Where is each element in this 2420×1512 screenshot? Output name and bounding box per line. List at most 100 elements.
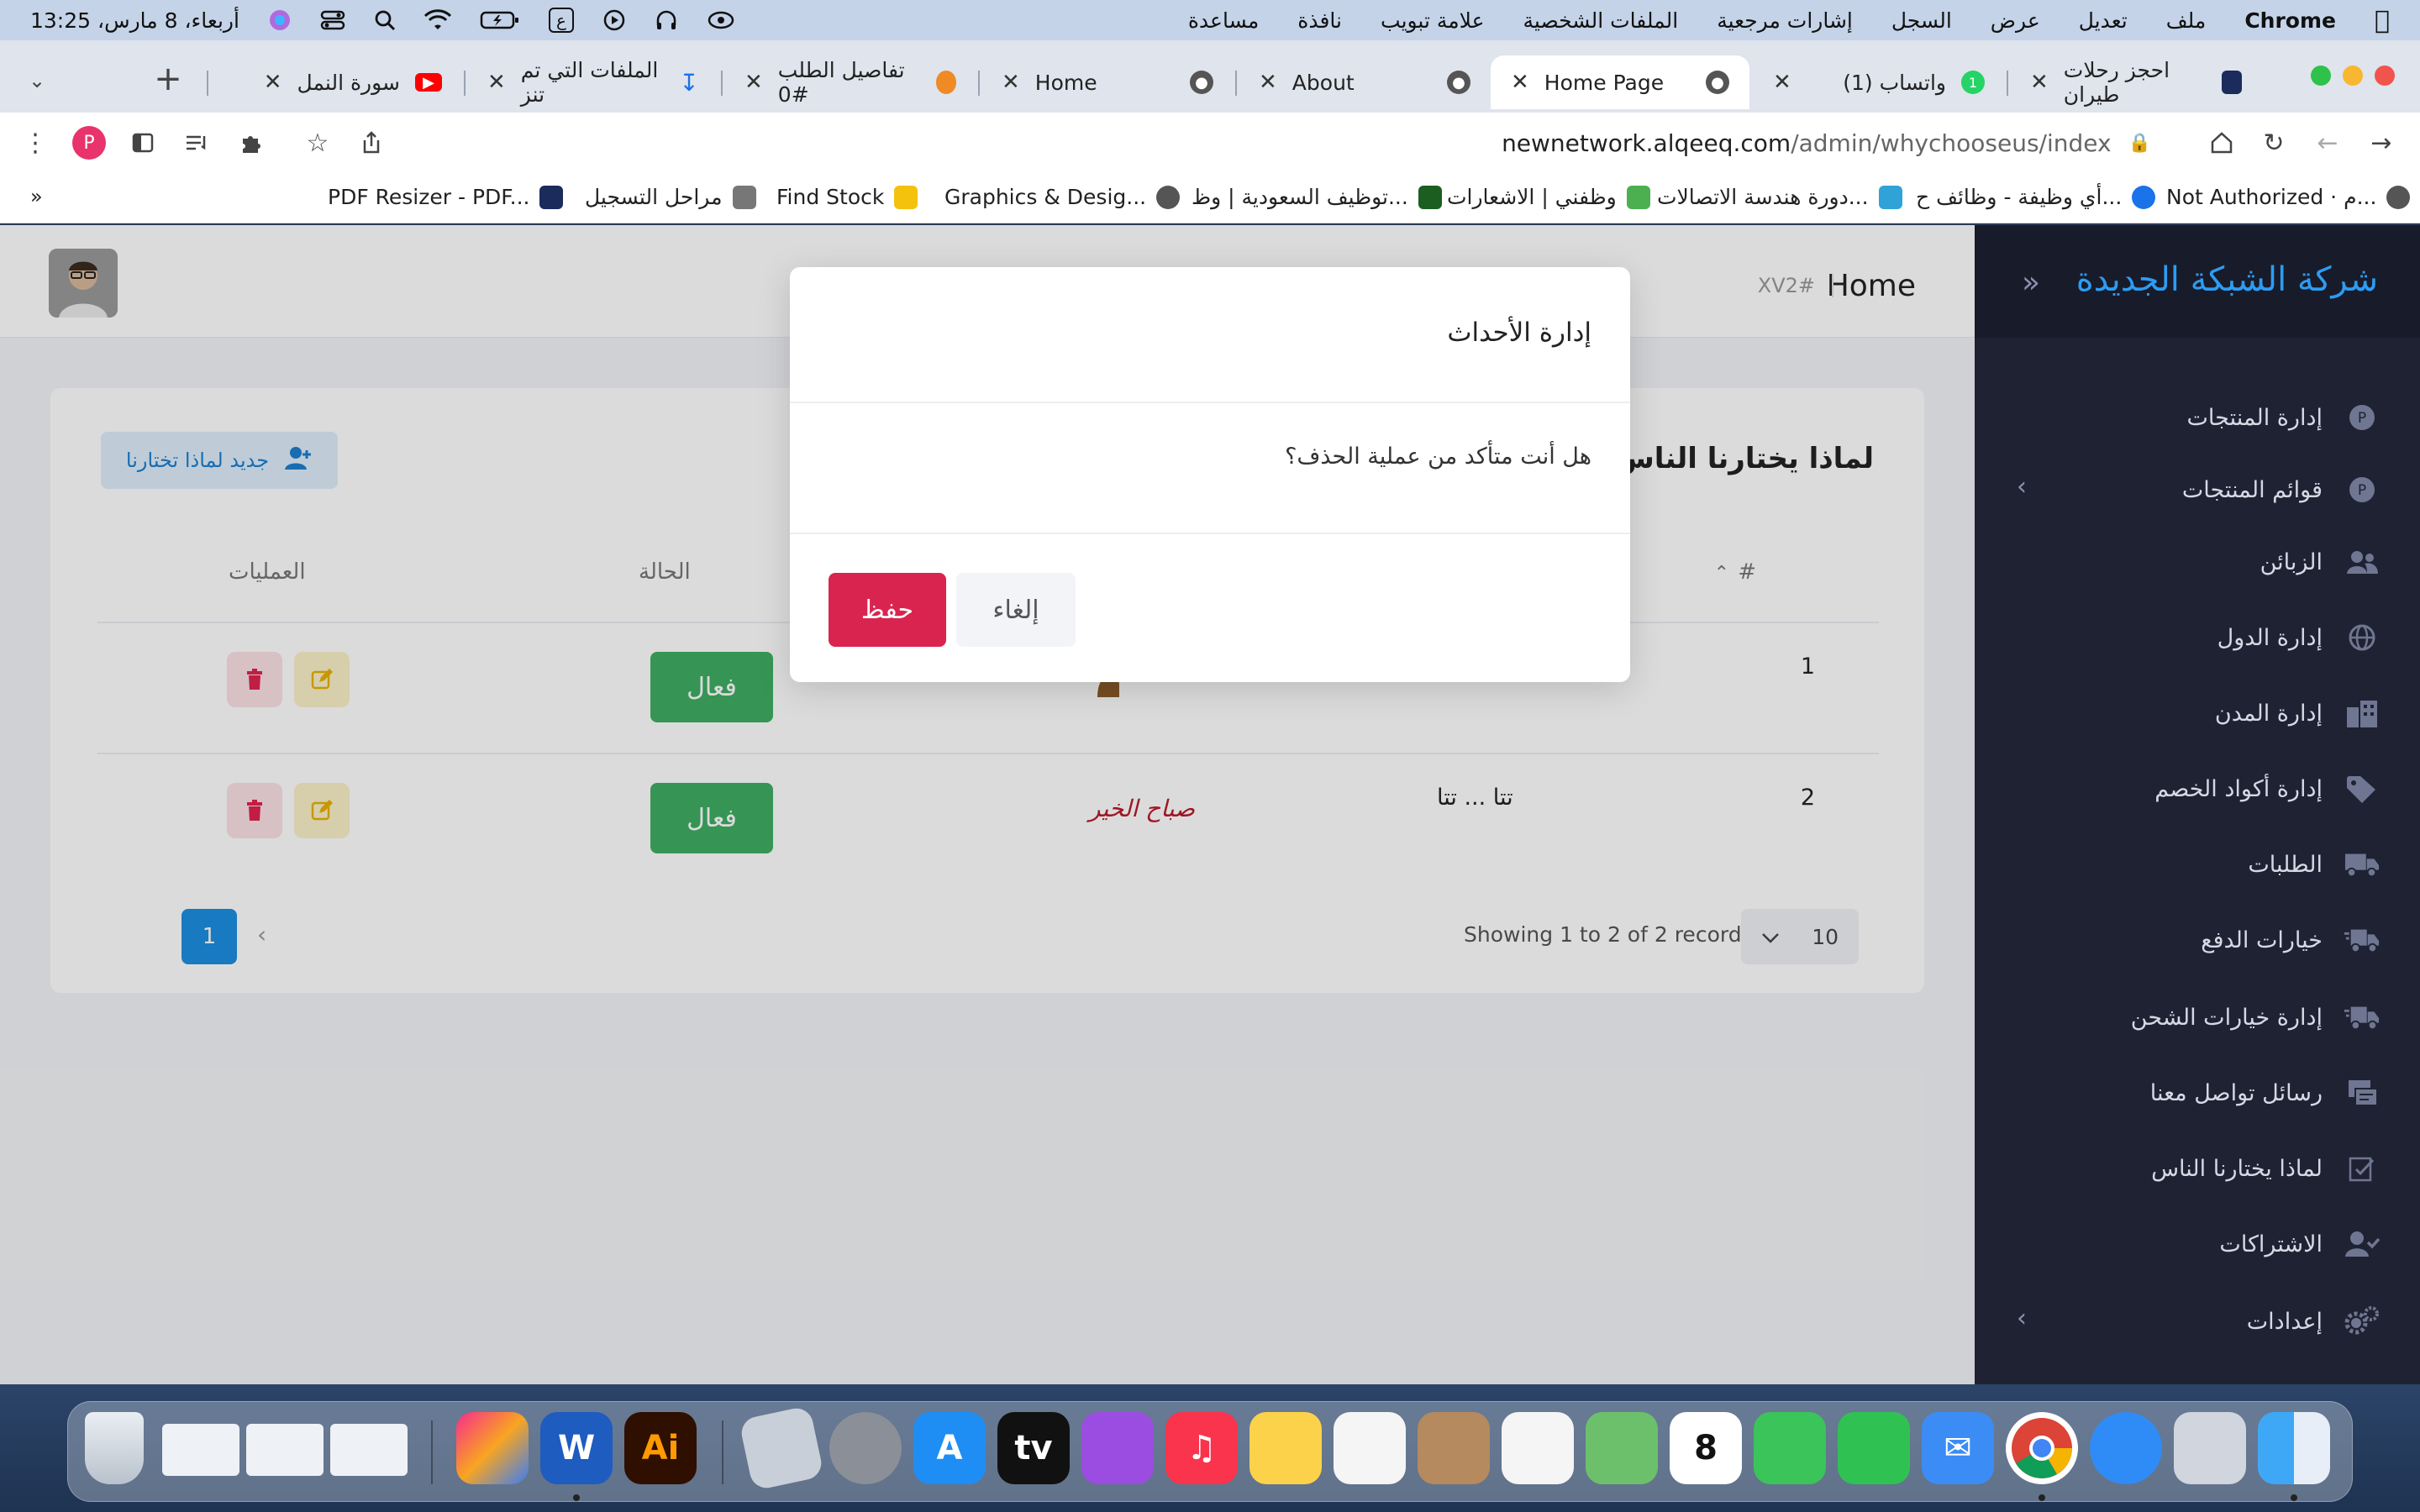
system-settings-icon[interactable] <box>829 1412 902 1484</box>
siri-icon[interactable] <box>268 8 292 32</box>
spotlight-search-icon[interactable] <box>374 9 396 31</box>
close-icon[interactable]: ✕ <box>1259 70 1277 95</box>
bookmark-item[interactable]: أي وظيفة - وظائف ح... <box>1916 185 2156 209</box>
apple-tv-icon[interactable]: tv <box>997 1412 1070 1484</box>
forward-arrow-icon[interactable]: ← <box>2312 128 2343 158</box>
address-bar[interactable]: ☆ newnetwork.alqeeq.com/admin/whychooseu… <box>286 119 2202 166</box>
battery-icon[interactable] <box>480 10 520 30</box>
sidebar-item-subscriptions[interactable]: الاشتراكات <box>2219 1226 2380 1262</box>
bookmark-item[interactable]: PDF Resizer - PDF... <box>328 185 564 209</box>
bookmark-item[interactable]: وظفني | الاشعارات <box>1447 185 1650 209</box>
finder-icon[interactable] <box>2258 1412 2330 1484</box>
home-icon[interactable] <box>2207 128 2237 158</box>
menu-item[interactable]: ملف <box>2166 8 2207 33</box>
trash-icon[interactable] <box>85 1412 144 1484</box>
menu-item[interactable]: تعديل <box>2079 8 2128 33</box>
calendar-icon[interactable]: 8 <box>1670 1412 1742 1484</box>
sidebar-item-product-lists[interactable]: قوائم المنتجات P <box>2182 472 2380 507</box>
sidebar-item-discount-codes[interactable]: إدارة أكواد الخصم <box>2154 771 2380 806</box>
messages-icon[interactable] <box>1754 1412 1826 1484</box>
media-play-icon[interactable] <box>602 8 626 32</box>
tab-whatsapp[interactable]: 1 (1) واتساب ✕ <box>1753 55 2005 109</box>
music-icon[interactable]: ♫ <box>1165 1412 1238 1484</box>
word-icon[interactable]: W <box>540 1412 613 1484</box>
sidebar-item-shipping-options[interactable]: إدارة خيارات الشحن <box>2131 1000 2380 1035</box>
sidebar-item-why-choose-us[interactable]: لماذا يختارنا الناس <box>2151 1151 2380 1186</box>
brand-title[interactable]: شركة الشبكة الجديدة <box>2076 260 2378 299</box>
bookmark-item[interactable]: Graphics & Desig... <box>944 185 1181 209</box>
sidebar-item-payment-options[interactable]: خيارات الدفع <box>2201 922 2380 958</box>
cancel-button[interactable]: إلغاء <box>956 573 1076 647</box>
bookmark-item[interactable]: Not Authorized · م... <box>2166 185 2411 209</box>
close-icon[interactable]: ✕ <box>264 70 282 95</box>
roblox-icon[interactable] <box>738 1404 825 1492</box>
bookmarks-overflow-icon[interactable]: » <box>30 185 43 208</box>
facetime-icon[interactable] <box>1838 1412 1910 1484</box>
tab-flights[interactable]: احجز رحلات طيران ✕ <box>2010 55 2262 109</box>
chrome-icon[interactable] <box>2006 1412 2078 1484</box>
menu-item[interactable]: الملفات الشخصية <box>1523 8 1679 33</box>
new-tab-plus-icon[interactable]: + <box>153 60 183 98</box>
reading-list-icon[interactable] <box>182 128 212 158</box>
launchpad-icon[interactable] <box>2174 1412 2246 1484</box>
profile-avatar-icon[interactable]: P <box>72 126 106 160</box>
close-icon[interactable]: ✕ <box>1773 70 1791 95</box>
tab-surah[interactable]: ▶ سورة النمل ✕ <box>210 55 462 109</box>
menubar-clock[interactable]: أربعاء، 8 مارس، 13:25 <box>30 8 239 33</box>
collapse-sidebar-icon[interactable]: » <box>2022 265 2040 300</box>
tab-downloads[interactable]: ↧ الملفات التي تم تنز ✕ <box>467 55 719 109</box>
bookmark-item[interactable]: دورة هندسة الاتصالات... <box>1657 185 1902 209</box>
headphones-icon[interactable] <box>655 8 678 32</box>
illustrator-icon[interactable]: Ai <box>624 1412 697 1484</box>
menu-item[interactable]: علامة تبويب <box>1381 8 1485 33</box>
menu-item[interactable]: نافذة <box>1297 8 1342 33</box>
wifi-icon[interactable] <box>424 9 451 31</box>
menu-app-name[interactable]: Chrome <box>2244 8 2336 33</box>
apple-icon[interactable]:  <box>2375 6 2390 35</box>
bookmark-star-icon[interactable]: ☆ <box>302 128 333 158</box>
sidebar-item-cities[interactable]: إدارة المدن <box>2215 696 2380 731</box>
close-icon[interactable]: ✕ <box>744 70 763 95</box>
close-icon[interactable]: ✕ <box>487 70 506 95</box>
extensions-icon[interactable] <box>235 128 266 158</box>
sidebar-item-contact-messages[interactable]: رسائل تواصل معنا <box>2150 1075 2380 1110</box>
safari-icon[interactable] <box>2090 1412 2162 1484</box>
chevron-left-icon[interactable]: ‹ <box>2017 1304 2027 1333</box>
tab-about[interactable]: ● About ✕ <box>1239 55 1491 109</box>
mail-icon[interactable]: ✉ <box>1922 1412 1994 1484</box>
back-arrow-icon[interactable]: → <box>2366 128 2396 158</box>
close-icon[interactable]: ✕ <box>1511 70 1529 95</box>
menu-item[interactable]: إشارات مرجعية <box>1717 8 1853 33</box>
bookmark-item[interactable]: مراحل التسجيل <box>585 185 756 209</box>
bookmark-item[interactable]: توظيف السعودية | وظ... <box>1192 185 1442 209</box>
menu-item[interactable]: عرض <box>1991 8 2040 33</box>
window-thumbnail-word[interactable] <box>162 1424 239 1476</box>
input-source-icon[interactable]: ع <box>548 8 574 33</box>
close-icon[interactable]: ✕ <box>1002 70 1020 95</box>
close-icon[interactable]: ✕ <box>2030 70 2049 95</box>
reload-icon[interactable]: ↻ <box>2259 128 2289 158</box>
minimize-button[interactable] <box>2343 66 2363 86</box>
tab-home-page-active[interactable]: ● Home Page ✕ <box>1491 55 1749 109</box>
control-center-icon[interactable] <box>320 9 345 31</box>
window-thumbnail-chrome[interactable] <box>330 1424 408 1476</box>
confirm-save-button[interactable]: حفظ <box>829 573 946 647</box>
side-panel-icon[interactable] <box>128 128 158 158</box>
zoom-button[interactable] <box>2311 66 2331 86</box>
vpn-icon[interactable] <box>707 8 735 32</box>
reminders-icon[interactable] <box>1334 1412 1406 1484</box>
bookmark-item[interactable]: Find Stock <box>776 185 918 209</box>
photos-icon[interactable] <box>1502 1412 1574 1484</box>
lock-icon[interactable]: 🔒 <box>2128 133 2151 154</box>
sidebar-item-countries[interactable]: إدارة الدول <box>2217 620 2380 655</box>
tab-home[interactable]: ● Home ✕ <box>981 55 1234 109</box>
sidebar-item-settings[interactable]: إعدادات <box>2247 1304 2380 1339</box>
maps-icon[interactable] <box>1586 1412 1658 1484</box>
menu-item[interactable]: السجل <box>1891 8 1952 33</box>
tab-order-details[interactable]: تفاصيل الطلب #0 ✕ <box>724 55 976 109</box>
menu-item[interactable]: مساعدة <box>1188 8 1259 33</box>
sidebar-item-products[interactable]: إدارة المنتجات P <box>2187 400 2381 435</box>
tab-search-chevron-icon[interactable]: ⌄ <box>22 66 52 96</box>
sidebar-item-customers[interactable]: الزبائن <box>2260 544 2380 580</box>
chevron-left-icon[interactable]: ‹ <box>2017 472 2027 501</box>
